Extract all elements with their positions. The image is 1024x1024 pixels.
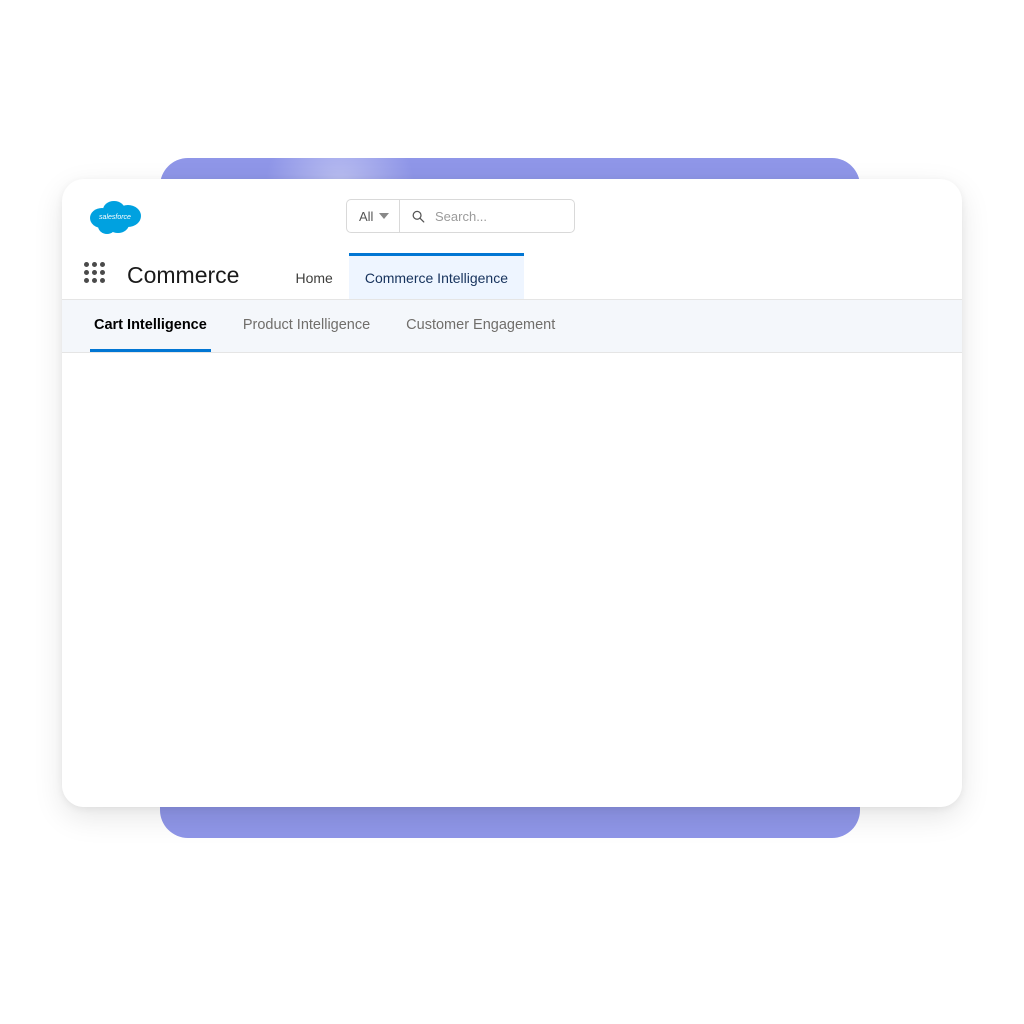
subtab-label: Customer Engagement: [406, 317, 555, 333]
subtab-label: Product Intelligence: [243, 317, 370, 333]
salesforce-logo-icon: salesforce: [84, 194, 146, 238]
subtab-bar: Cart Intelligence Product Intelligence C…: [62, 300, 962, 353]
subtab-cart-intelligence[interactable]: Cart Intelligence: [90, 300, 211, 352]
search-icon: [412, 209, 425, 224]
subtab-label: Cart Intelligence: [94, 317, 207, 333]
tab-home[interactable]: Home: [279, 253, 348, 299]
subtab-product-intelligence[interactable]: Product Intelligence: [239, 300, 374, 352]
app-title: Commerce: [127, 262, 239, 289]
top-tabs: Home Commerce Intelligence: [279, 253, 524, 299]
caret-down-icon: [379, 213, 389, 219]
tab-commerce-intelligence-label: Commerce Intelligence: [365, 270, 508, 286]
app-window: salesforce All Commerce: [62, 179, 962, 807]
search-box[interactable]: [399, 199, 575, 233]
tab-home-label: Home: [295, 270, 332, 286]
salesforce-logo-text: salesforce: [99, 214, 131, 221]
content-area: [62, 353, 962, 807]
search-scope-select[interactable]: All: [346, 199, 399, 233]
global-search-group: All: [346, 199, 575, 233]
search-input[interactable]: [433, 208, 562, 225]
search-scope-label: All: [359, 209, 373, 224]
header-row: salesforce All: [62, 179, 962, 253]
app-launcher-icon[interactable]: [84, 262, 105, 283]
subtab-customer-engagement[interactable]: Customer Engagement: [402, 300, 559, 352]
tab-commerce-intelligence[interactable]: Commerce Intelligence: [349, 253, 524, 299]
nav-row: Commerce Home Commerce Intelligence: [62, 253, 962, 300]
